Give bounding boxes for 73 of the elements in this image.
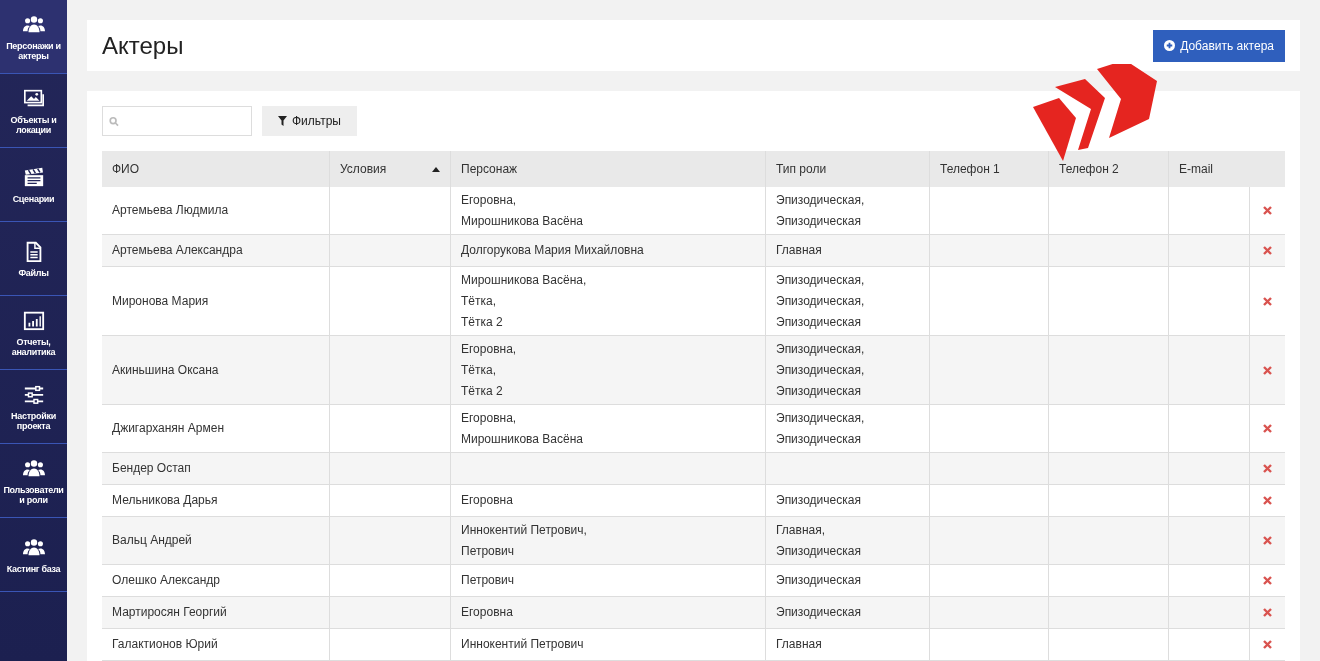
actor-name: Мельникова Дарья: [112, 492, 219, 509]
column-header[interactable]: E-mail: [1169, 151, 1285, 187]
role-type: Главная: [776, 242, 823, 259]
character-name: Тётка 2: [461, 382, 504, 400]
role-type: Главная: [776, 636, 823, 653]
character-name: Егоровна,: [461, 409, 518, 427]
actor-name: Джигарханян Армен: [112, 420, 226, 437]
actor-name: Миронова Мария: [112, 292, 210, 310]
search-field[interactable]: [102, 106, 252, 136]
role-type: Эпизодическая,: [776, 409, 866, 427]
sidebar-item[interactable]: Пользователи и роли: [0, 444, 67, 518]
add-actor-button[interactable]: Добавить актера: [1153, 29, 1285, 62]
character-name: Егоровна: [461, 492, 514, 509]
role-type: Эпизодическая: [776, 313, 862, 331]
page-title: Актеры: [102, 30, 184, 61]
character-name: Петрович: [461, 572, 516, 589]
actor-name: Мартиросян Георгий: [112, 604, 228, 621]
actor-name: Артемьева Людмила: [112, 202, 230, 219]
actor-name: Артемьева Александра: [112, 242, 244, 259]
sidebar-item[interactable]: Файлы: [0, 222, 67, 296]
sidebar-item[interactable]: Настройки проекта: [0, 370, 67, 444]
role-type: Эпизодическая: [776, 430, 862, 448]
delete-icon[interactable]: [1263, 640, 1272, 649]
sidebar-item[interactable]: Объекты и локации: [0, 74, 67, 148]
delete-icon[interactable]: [1263, 365, 1272, 375]
delete-icon[interactable]: [1263, 206, 1272, 215]
role-type: Эпизодическая,: [776, 361, 866, 379]
sidebar-item[interactable]: Кастинг база: [0, 518, 67, 592]
character-name: Мирошникова Васёна: [461, 212, 584, 230]
character-name: Егоровна,: [461, 191, 518, 209]
delete-icon[interactable]: [1263, 496, 1272, 505]
role-type: Эпизодическая,: [776, 340, 866, 358]
actor-name: Галактионов Юрий: [112, 636, 219, 653]
actor-name: Олешко Александр: [112, 572, 221, 589]
delete-icon[interactable]: [1263, 608, 1272, 617]
role-type: Эпизодическая: [776, 604, 862, 621]
character-name: Егоровна: [461, 604, 514, 621]
role-type: Эпизодическая: [776, 382, 862, 400]
delete-icon[interactable]: [1263, 424, 1272, 433]
character-name: Мирошникова Васёна,: [461, 271, 588, 289]
role-type: Эпизодическая: [776, 492, 862, 509]
role-type: Эпизодическая,: [776, 191, 866, 209]
delete-icon[interactable]: [1263, 536, 1272, 545]
role-type: Эпизодическая,: [776, 292, 866, 310]
character-name: Долгорукова Мария Михайловна: [461, 242, 645, 259]
actor-name: Акиньшина Оксана: [112, 361, 220, 379]
role-type: Эпизодическая: [776, 572, 862, 589]
character-name: Тётка,: [461, 361, 498, 379]
character-name: Егоровна,: [461, 340, 518, 358]
actor-name: Бендер Остап: [112, 460, 192, 477]
search-icon: [109, 115, 119, 127]
delete-icon[interactable]: [1263, 464, 1272, 473]
funnel-icon: [278, 116, 287, 126]
delete-icon[interactable]: [1263, 296, 1272, 306]
filters-button[interactable]: Фильтры: [262, 106, 357, 136]
character-name: Тётка 2: [461, 313, 504, 331]
character-name: Петрович: [461, 542, 516, 560]
sidebar-item[interactable]: Сценарии: [0, 148, 67, 222]
delete-icon[interactable]: [1263, 246, 1272, 255]
character-name: Тётка,: [461, 292, 498, 310]
actor-name: Вальц Андрей: [112, 532, 193, 549]
sidebar-item[interactable]: Отчеты, аналитика: [0, 296, 67, 370]
role-type: Главная,: [776, 521, 826, 539]
delete-icon[interactable]: [1263, 576, 1272, 585]
role-type: Эпизодическая: [776, 212, 862, 230]
clapper-icon: [22, 165, 45, 188]
sidebar-item[interactable]: Персонажи и актеры: [0, 0, 67, 74]
character-name: Мирошникова Васёна: [461, 430, 584, 448]
character-name: Иннокентий Петрович,: [461, 521, 588, 539]
character-name: Иннокентий Петрович: [461, 636, 585, 653]
role-type: Эпизодическая,: [776, 271, 866, 289]
plus-circle-icon: [1164, 40, 1176, 51]
role-type: Эпизодическая: [776, 542, 862, 560]
